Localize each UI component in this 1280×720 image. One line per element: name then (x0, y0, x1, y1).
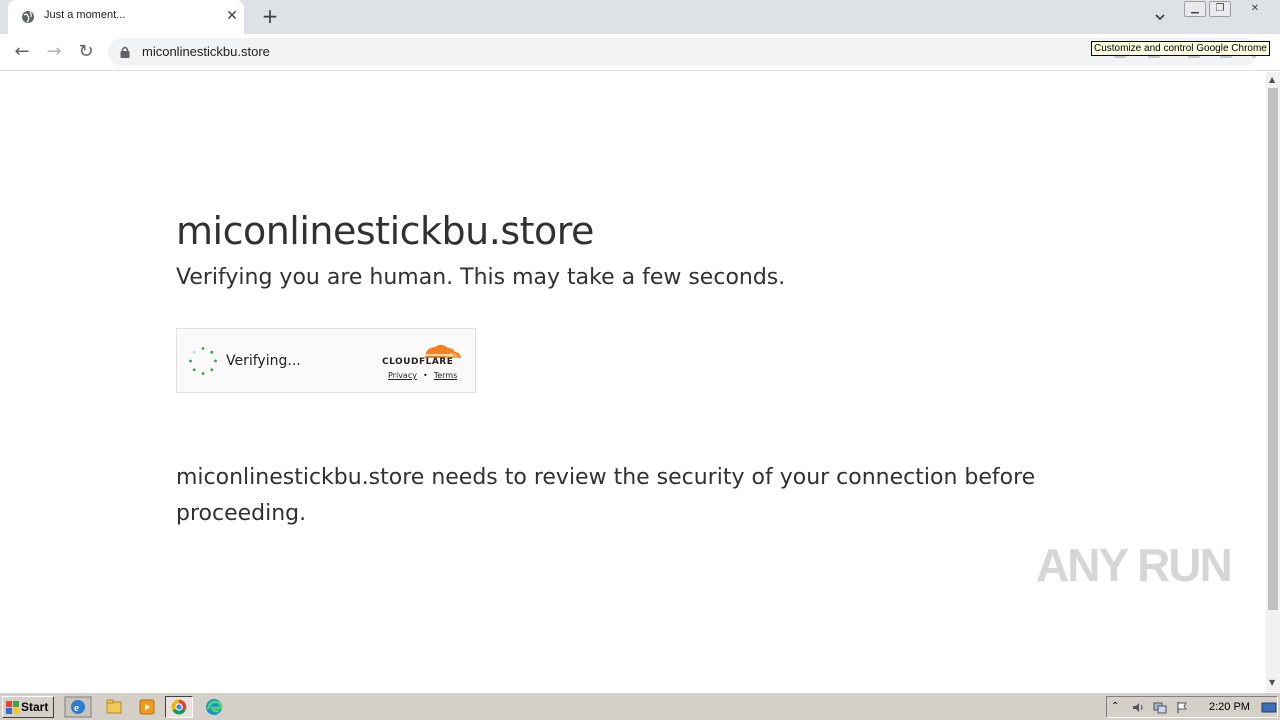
forward-button[interactable]: → (42, 41, 66, 65)
tray-expand-icon[interactable]: ⌃ (1111, 701, 1125, 714)
cloudflare-brand: CLOUDFLARE (382, 357, 454, 367)
svg-text:e: e (74, 702, 79, 714)
window-close-button[interactable]: ✕ (1240, 1, 1270, 17)
tab-title: Just a moment... (44, 9, 126, 21)
back-button[interactable]: ← (10, 41, 34, 65)
show-desktop-icon[interactable] (1261, 701, 1277, 714)
scroll-down-arrow-icon[interactable]: ▼ (1269, 678, 1275, 687)
privacy-link[interactable]: Privacy (388, 371, 417, 380)
page-content: miconlinestickbu.store Verifying you are… (0, 72, 1266, 692)
reload-button[interactable]: ↻ (74, 41, 98, 65)
turnstile-widget[interactable]: Verifying... CLOUDFLARE Privacy • Terms (176, 328, 476, 393)
tab-strip: Just a moment... ✕ + ▁ ❐ ✕ (0, 0, 1280, 34)
spinner-icon (189, 347, 217, 375)
chrome-icon[interactable] (165, 696, 193, 718)
network-icon[interactable] (1153, 701, 1167, 714)
scroll-up-arrow-icon[interactable]: ▲ (1269, 75, 1275, 84)
lock-icon[interactable] (120, 46, 130, 58)
terms-link[interactable]: Terms (434, 371, 458, 380)
tab-search-chevron-icon[interactable] (1150, 8, 1170, 26)
edge-icon[interactable] (200, 696, 228, 718)
anyrun-watermark: ANY RUN (1036, 539, 1233, 591)
start-button[interactable]: Start (2, 696, 54, 718)
link-separator: • (422, 371, 428, 380)
taskbar: Start e ⌃ 2:20 PM (0, 692, 1280, 720)
tab-close-icon[interactable]: ✕ (224, 8, 240, 24)
page-subtitle: Verifying you are human. This may take a… (176, 265, 786, 290)
scroll-thumb[interactable] (1268, 88, 1278, 610)
toolbar: ← → ↻ miconlinestickbu.store (0, 34, 1280, 71)
security-message: miconlinestickbu.store needs to review t… (176, 465, 1036, 526)
page-title: miconlinestickbu.store (176, 209, 594, 253)
windows-flag-icon (6, 701, 19, 714)
system-tray: ⌃ 2:20 PM (1106, 696, 1278, 718)
restore-button[interactable]: ❐ (1209, 1, 1231, 17)
address-bar[interactable]: miconlinestickbu.store (108, 38, 1258, 66)
verifying-status: Verifying... (226, 353, 301, 369)
url-text: miconlinestickbu.store (142, 44, 270, 59)
media-player-icon[interactable] (133, 696, 161, 718)
widget-links: Privacy • Terms (388, 371, 457, 380)
tab-active[interactable]: Just a moment... ✕ (8, 0, 244, 34)
vertical-scrollbar[interactable]: ▲ ▼ (1266, 72, 1280, 692)
globe-icon (22, 11, 34, 23)
start-label: Start (21, 700, 49, 714)
clock[interactable]: 2:20 PM (1209, 701, 1250, 713)
new-tab-button[interactable]: + (258, 6, 282, 28)
action-center-flag-icon[interactable] (1175, 701, 1189, 714)
volume-icon[interactable] (1131, 701, 1145, 714)
tooltip: Customize and control Google Chrome (1091, 41, 1270, 56)
file-explorer-icon[interactable] (100, 696, 128, 718)
minimize-button[interactable]: ▁ (1184, 1, 1206, 17)
internet-explorer-icon[interactable]: e (64, 696, 92, 718)
